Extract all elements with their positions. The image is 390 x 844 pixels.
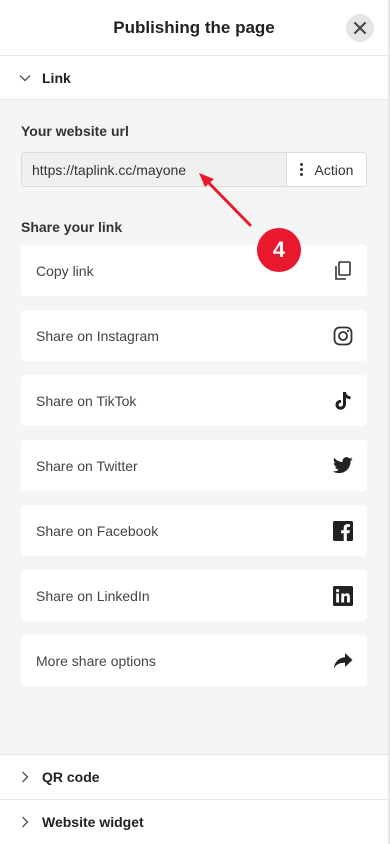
share-item-tiktok[interactable]: Share on TikTok (21, 375, 367, 426)
website-url-field[interactable] (22, 153, 286, 186)
bottom-sections: QR code Website widget (0, 754, 388, 844)
page-title: Publishing the page (113, 17, 275, 37)
tiktok-icon (333, 391, 353, 411)
section-qr-code-toggle[interactable]: QR code (0, 754, 388, 799)
copy-icon (333, 260, 353, 281)
share-your-link-label: Share your link (21, 219, 123, 235)
share-item-instagram[interactable]: Share on Instagram (21, 310, 367, 361)
share-item-label: Share on Facebook (36, 522, 159, 539)
share-item-twitter[interactable]: Share on Twitter (21, 440, 367, 491)
chevron-right-icon (18, 770, 32, 784)
share-item-more-options[interactable]: More share options (21, 635, 367, 686)
close-icon (354, 22, 366, 34)
instagram-icon (333, 326, 353, 346)
close-button[interactable] (346, 14, 374, 42)
chevron-down-icon (18, 71, 32, 85)
twitter-icon (333, 456, 353, 476)
panel-header: Publishing the page (0, 0, 388, 56)
facebook-icon (333, 520, 353, 541)
step-badge: 4 (257, 228, 301, 272)
section-link-toggle[interactable]: Link (0, 56, 388, 100)
section-qr-code-label: QR code (42, 769, 100, 785)
chevron-right-icon (18, 815, 32, 829)
more-vertical-icon (299, 163, 303, 176)
share-item-label: Copy link (36, 262, 94, 279)
share-item-label: Share on LinkedIn (36, 587, 150, 604)
url-row: Action (21, 152, 367, 187)
share-item-label: Share on TikTok (36, 392, 137, 409)
share-item-facebook[interactable]: Share on Facebook (21, 505, 367, 556)
section-website-widget-toggle[interactable]: Website widget (0, 799, 388, 844)
share-item-label: Share on Twitter (36, 457, 138, 474)
share-arrow-icon (333, 651, 353, 671)
share-item-label: Share on Instagram (36, 327, 159, 344)
action-button[interactable]: Action (286, 153, 366, 186)
share-item-linkedin[interactable]: Share on LinkedIn (21, 570, 367, 621)
link-content: Your website url Action Share your link … (0, 123, 388, 686)
linkedin-icon (333, 585, 353, 606)
section-link-label: Link (42, 69, 71, 86)
action-button-label: Action (314, 161, 354, 178)
share-item-label: More share options (36, 652, 156, 669)
publishing-panel: Publishing the page Link Your website ur… (0, 0, 390, 844)
section-website-widget-label: Website widget (42, 814, 144, 830)
website-url-label: Your website url (21, 123, 129, 139)
share-item-copy-link[interactable]: Copy link (21, 245, 367, 296)
